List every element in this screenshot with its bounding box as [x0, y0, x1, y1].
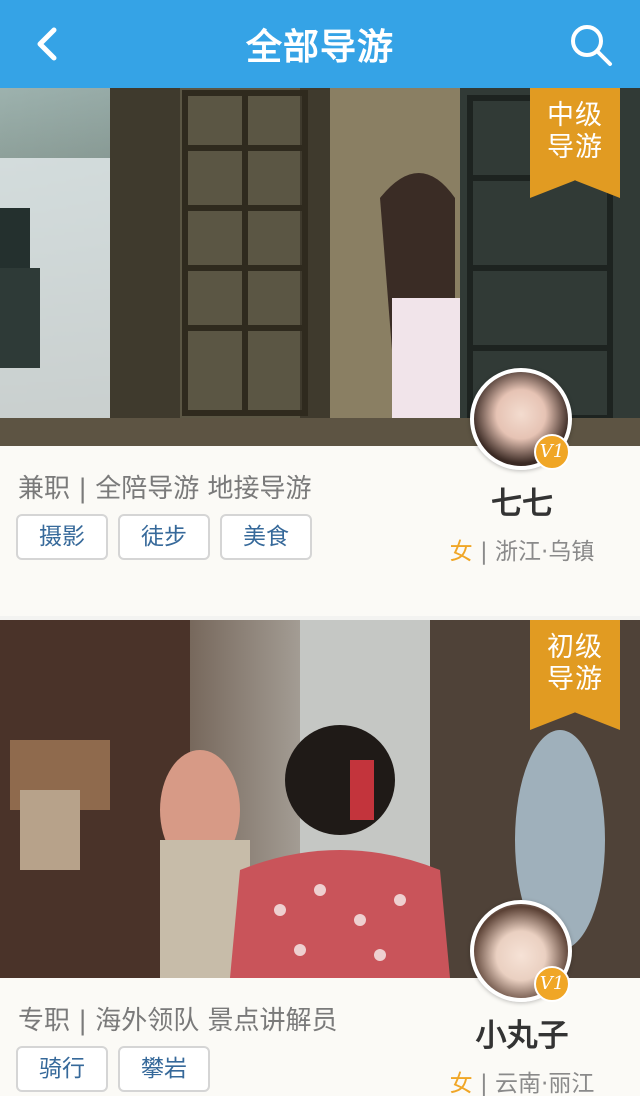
- level-badge-line: 导游: [547, 664, 603, 695]
- tag-chip[interactable]: 美食: [220, 514, 312, 560]
- tag-chip[interactable]: 骑行: [16, 1046, 108, 1092]
- app-header: 全部导游: [0, 0, 640, 88]
- guide-name: 七七: [491, 486, 553, 522]
- guide-tagline: 兼职 | 全陪导游 地接导游: [18, 474, 312, 504]
- tag-chip[interactable]: 摄影: [16, 514, 108, 560]
- back-chevron-icon[interactable]: [28, 22, 68, 66]
- search-icon[interactable]: [568, 22, 614, 68]
- vip-badge-icon: V1: [534, 434, 570, 470]
- tag-chip[interactable]: 攀岩: [118, 1046, 210, 1092]
- guide-tagline: 专职 | 海外领队 景点讲解员: [18, 1006, 338, 1036]
- guide-card[interactable]: 中级 导游 V1 兼职 | 全陪导游 地接导游 摄影 徒步 美食 七七 女 | …: [0, 88, 640, 616]
- tag-list: 摄影 徒步 美食: [16, 514, 312, 560]
- guide-card[interactable]: 初级 导游 V1 专职 | 海外领队 景点讲解员 骑行 攀岩 小丸子 女 | 云…: [0, 620, 640, 1096]
- vip-badge-icon: V1: [534, 966, 570, 1002]
- page-title: 全部导游: [245, 27, 394, 68]
- level-badge-line: 导游: [547, 132, 603, 163]
- meta-separator: |: [472, 1071, 496, 1096]
- guide-location: 浙江·乌镇: [495, 539, 595, 565]
- guide-location: 云南·丽江: [495, 1071, 595, 1096]
- meta-separator: |: [472, 539, 496, 565]
- guide-meta: 女 | 浙江·乌镇: [420, 532, 624, 566]
- level-badge-line: 初级: [547, 632, 603, 663]
- tag-chip[interactable]: 徒步: [118, 514, 210, 560]
- guide-gender: 女: [449, 1071, 473, 1096]
- guide-name: 小丸子: [475, 1018, 569, 1054]
- guide-gender: 女: [449, 539, 473, 565]
- guide-meta: 女 | 云南·丽江: [420, 1064, 624, 1096]
- level-badge-line: 中级: [547, 100, 603, 131]
- tag-list: 骑行 攀岩: [16, 1046, 210, 1092]
